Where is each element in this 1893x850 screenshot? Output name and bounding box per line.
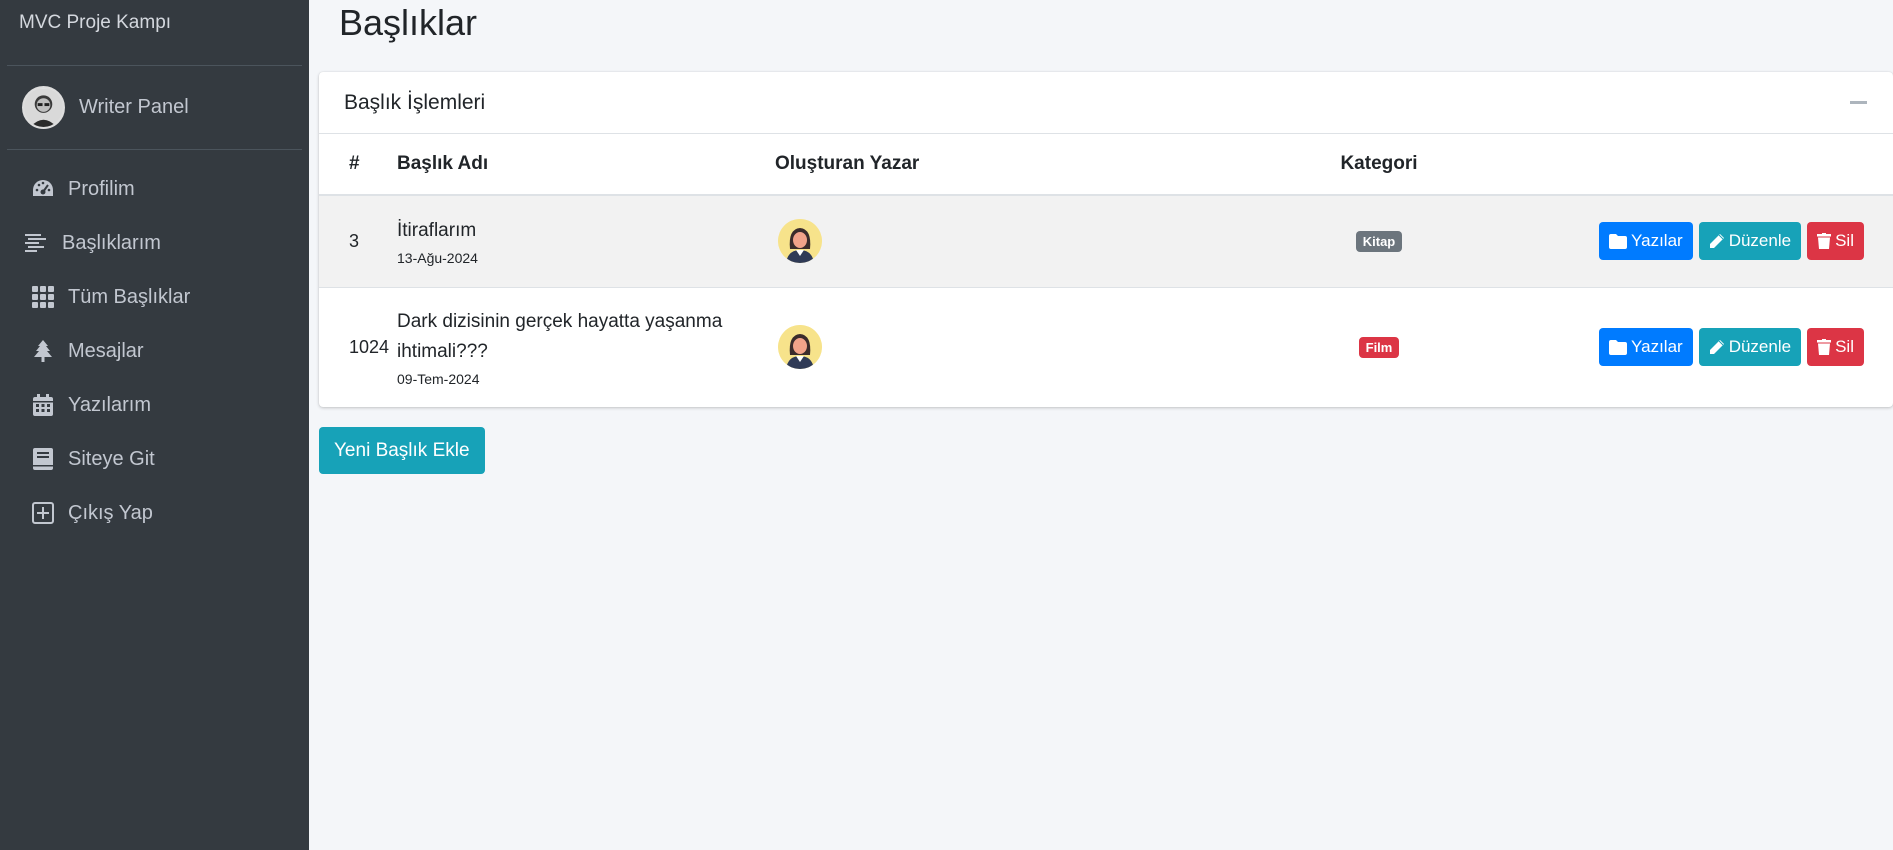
sidebar-item-mesajlar[interactable]: Mesajlar [0,324,309,378]
user-panel: Writer Panel [7,66,302,150]
grid-icon [30,285,56,309]
sidebar-item-basliklarim[interactable]: Başlıklarım [0,216,309,270]
stream-icon [24,231,50,255]
pencil-icon [1709,233,1725,249]
book-icon [30,447,56,471]
posts-button-label: Yazılar [1631,231,1683,251]
sidebar-item-label: Yazılarım [68,393,151,416]
plus-square-icon [30,501,56,525]
trash-icon [1817,339,1832,356]
row-title: Dark dizisinin gerçek hayatta yaşanma ih… [397,311,723,363]
sidebar-nav: Profilim Başlıklarım Tüm Başlıklar Mesaj… [0,162,309,540]
author-avatar [778,219,822,264]
row-id: 1024 [349,336,390,357]
folder-icon [1609,339,1628,355]
edit-button-label: Düzenle [1728,231,1792,251]
titles-card: Başlık İşlemleri # Başlık Adı Oluşturan … [319,72,1893,407]
tachometer-icon [30,177,56,201]
row-date: 13-Ağu-2024 [397,250,478,267]
sidebar-item-label: Başlıklarım [62,231,161,254]
user-avatar [22,86,65,129]
add-title-button[interactable]: Yeni Başlık Ekle [319,427,485,474]
edit-button-label: Düzenle [1728,337,1792,357]
page-title: Başlıklar [339,2,478,43]
delete-button[interactable]: Sil [1807,222,1864,261]
titles-table: # Başlık Adı Oluşturan Yazar Kategori 3 … [319,134,1893,407]
author-avatar [778,325,822,370]
header-actions [1493,134,1893,195]
row-id: 3 [349,230,360,251]
folder-icon [1609,233,1628,249]
header-author: Oluşturan Yazar [775,153,920,174]
sidebar-item-tum-basliklar[interactable]: Tüm Başlıklar [0,270,309,324]
edit-button[interactable]: Düzenle [1698,328,1802,367]
row-date: 09-Tem-2024 [397,371,480,388]
brand-link[interactable]: MVC Proje Kampı [7,0,302,66]
sidebar-item-label: Çıkış Yap [68,501,153,524]
card-title: Başlık İşlemleri [344,90,486,114]
header-title: Başlık Adı [397,153,489,174]
collapse-button[interactable] [1848,93,1868,113]
sidebar-item-label: Siteye Git [68,447,155,470]
table-row: 1024 Dark dizisinin gerçek hayatta yaşan… [319,287,1893,407]
minus-icon [1849,101,1867,104]
sidebar-item-siteye-git[interactable]: Siteye Git [0,432,309,486]
user-name[interactable]: Writer Panel [79,96,189,119]
sidebar: MVC Proje Kampı Writer Panel Profilim Ba… [0,0,309,850]
delete-button-label: Sil [1835,231,1854,251]
sidebar-item-label: Profilim [68,177,135,200]
header-category: Kategori [1340,153,1418,174]
table-row: 3 İtiraflarım 13-Ağu-2024 Kitap Yazılar … [319,195,1893,287]
pencil-icon [1709,339,1725,355]
tree-icon [30,339,56,363]
category-badge: Kitap [1355,231,1403,253]
edit-button[interactable]: Düzenle [1698,222,1802,261]
card-header: Başlık İşlemleri [319,72,1893,134]
sidebar-item-yazilarim[interactable]: Yazılarım [0,378,309,432]
main-content: Başlıklar Başlık İşlemleri # Başlık Adı … [309,0,1893,850]
sidebar-item-profilim[interactable]: Profilim [0,162,309,216]
delete-button-label: Sil [1835,337,1854,357]
sidebar-item-cikis-yap[interactable]: Çıkış Yap [0,486,309,540]
header-id: # [349,153,360,174]
trash-icon [1817,233,1832,250]
table-header-row: # Başlık Adı Oluşturan Yazar Kategori [319,134,1893,195]
sidebar-item-label: Tüm Başlıklar [68,285,191,308]
calendar-icon [30,393,56,417]
sidebar-item-label: Mesajlar [68,339,144,362]
row-title: İtiraflarım [397,220,477,242]
posts-button[interactable]: Yazılar [1599,222,1693,261]
category-badge: Film [1358,337,1400,359]
posts-button-label: Yazılar [1631,337,1683,357]
posts-button[interactable]: Yazılar [1599,328,1693,367]
delete-button[interactable]: Sil [1807,328,1864,367]
